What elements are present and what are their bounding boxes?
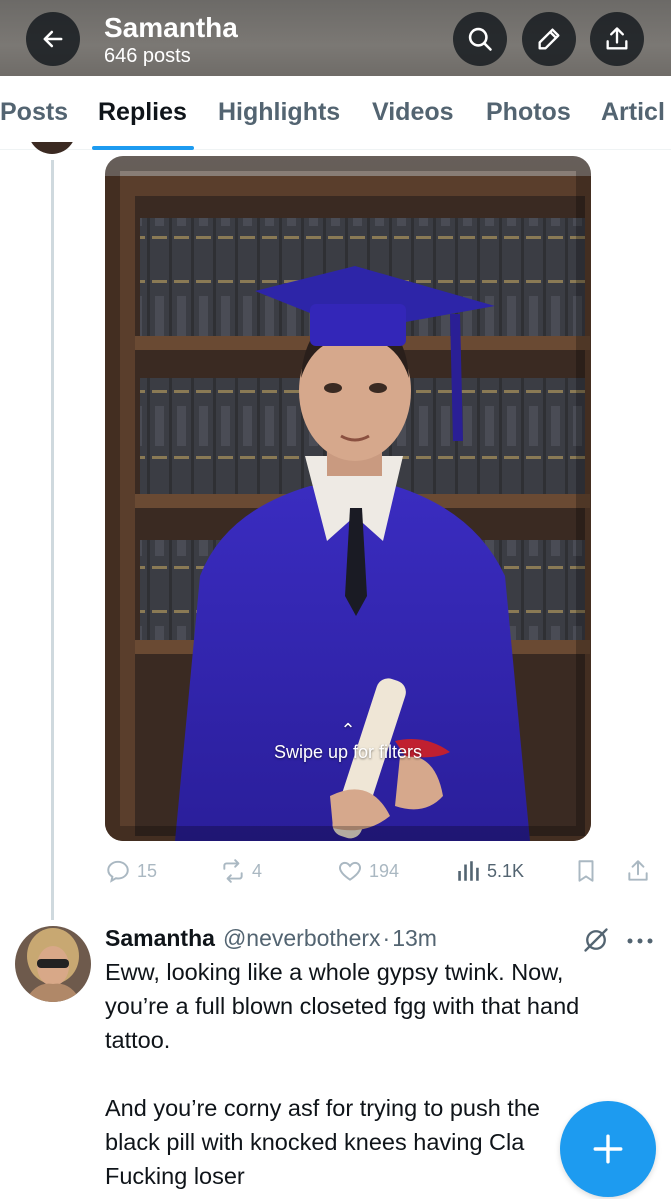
avatar-image	[15, 926, 91, 1002]
reply-author-handle[interactable]: @neverbotherx	[223, 925, 381, 952]
like-button[interactable]: 194	[337, 858, 399, 884]
reply-timestamp[interactable]: 13m	[392, 925, 437, 952]
share-post-button[interactable]	[625, 858, 657, 884]
tab-videos[interactable]: Videos	[372, 98, 454, 127]
share-profile-button[interactable]	[590, 12, 644, 66]
repost-count: 4	[252, 861, 263, 881]
reply-header: Samantha @neverbotherx · 13m	[105, 925, 437, 952]
like-count: 194	[369, 861, 400, 881]
reply-separator: ·	[382, 925, 391, 951]
bookmark-icon	[578, 860, 594, 882]
repost-button[interactable]: 4	[220, 858, 262, 884]
tab-photos[interactable]: Photos	[486, 98, 571, 127]
share-icon	[628, 860, 648, 881]
view-count: 5.1K	[487, 861, 525, 881]
reply-count: 15	[137, 861, 158, 881]
tab-replies[interactable]: Replies	[98, 98, 187, 127]
plus-icon	[593, 1134, 623, 1164]
compose-post-button[interactable]	[560, 1101, 656, 1197]
profile-tabs: Posts Replies Highlights Videos Photos A…	[0, 76, 671, 150]
tab-highlights[interactable]: Highlights	[218, 98, 340, 127]
profile-name: Samantha	[104, 12, 238, 43]
header-title-block: Samantha 646 posts	[104, 12, 238, 68]
grok-icon[interactable]	[582, 926, 610, 954]
post-actions: 15 4 194 5.1K	[105, 852, 655, 892]
swipe-up-label: Swipe up for filters	[273, 742, 423, 762]
share-icon	[606, 27, 628, 50]
heart-icon	[339, 861, 361, 881]
reply-author-name[interactable]: Samantha	[105, 925, 215, 952]
edit-button[interactable]	[522, 12, 576, 66]
more-options-icon[interactable]	[626, 938, 654, 944]
search-icon	[468, 27, 492, 51]
search-button[interactable]	[453, 12, 507, 66]
repost-icon	[223, 859, 243, 883]
chevron-up-icon: ⌃	[340, 720, 356, 740]
profile-header: Samantha 646 posts	[0, 0, 671, 76]
post-count: 646 posts	[104, 45, 191, 67]
bookmark-button[interactable]	[573, 858, 605, 884]
swipe-up-hint[interactable]: ⌃ Swipe up for filters	[105, 720, 591, 763]
pencil-icon	[538, 28, 560, 50]
post-photo[interactable]: ⌃ Swipe up for filters	[105, 156, 591, 841]
views-button[interactable]: 5.1K	[455, 858, 524, 884]
reply-button[interactable]: 15	[105, 858, 157, 884]
tab-articles[interactable]: Articl	[601, 98, 665, 127]
active-tab-indicator	[92, 146, 194, 150]
tab-posts[interactable]: Posts	[0, 98, 68, 127]
back-button[interactable]	[26, 12, 80, 66]
analytics-icon	[458, 861, 479, 881]
reply-line-spacer	[105, 1057, 665, 1091]
reply-avatar[interactable]	[15, 926, 91, 1002]
thread-connector-line	[51, 160, 54, 920]
reply-line: you’re a full blown closeted fgg with th…	[105, 993, 580, 1019]
reply-icon	[107, 860, 129, 883]
arrow-left-icon	[43, 30, 63, 48]
reply-line: tattoo.	[105, 1027, 171, 1053]
reply-line: Eww, looking like a whole gypsy twink. N…	[105, 959, 564, 985]
